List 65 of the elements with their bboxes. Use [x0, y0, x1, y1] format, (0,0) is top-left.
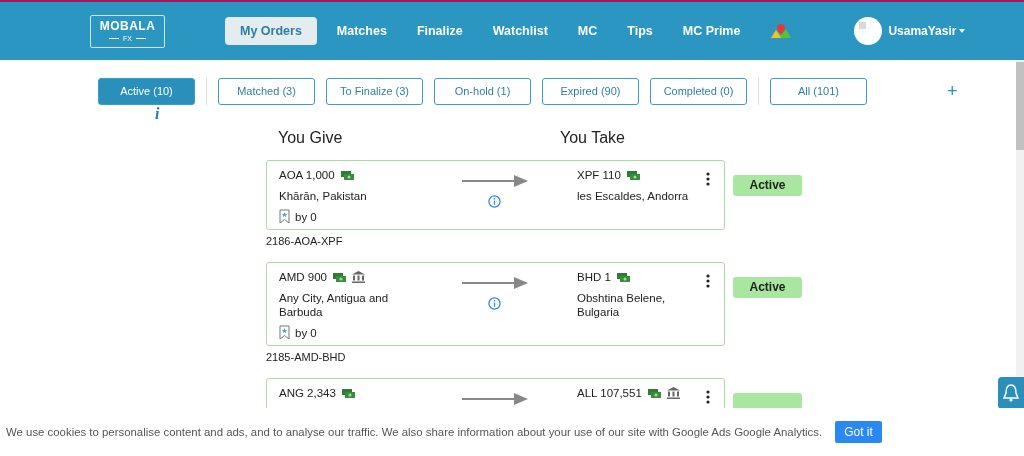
order-id: 2185-AMD-BHD [266, 351, 347, 363]
filter-tab[interactable]: Completed (0) [650, 77, 747, 105]
user-name[interactable]: UsamaYasir [888, 24, 957, 38]
bank-icon [351, 271, 365, 283]
filter-tab[interactable]: To Finalize (3) [326, 77, 423, 105]
scrollbar-thumb[interactable] [1016, 62, 1024, 150]
bookmark-star-icon [279, 325, 290, 340]
caret-icon[interactable] [959, 29, 966, 33]
filter-tab[interactable]: Active (10) [98, 77, 195, 105]
nav-link[interactable]: My Orders [225, 17, 317, 45]
amount: ANG 2,343 [279, 387, 336, 399]
bank-icon [666, 387, 680, 399]
arrow-icon [462, 174, 528, 188]
arrow-icon [462, 276, 528, 290]
cash-icon [341, 388, 355, 398]
accept-button[interactable]: Got it [835, 421, 882, 443]
filter-tab[interactable]: On-hold (1) [434, 77, 531, 105]
status-badge: Active [733, 175, 802, 196]
filter-tab[interactable]: Expired (90) [542, 77, 639, 105]
map-pin-icon[interactable] [770, 23, 793, 39]
logo-name: MOBALA [99, 19, 156, 33]
cookie-notice: We use cookies to personalise content and ads, and to analyse our traffic. We also share information about your use of our site with Google Ads Google Analytics. [6, 426, 823, 438]
info-mark[interactable]: i [155, 105, 160, 122]
column-header: You Give [278, 129, 344, 148]
endorsement-count: by 0 [295, 326, 317, 339]
amount: ALL 107,551 [577, 387, 642, 399]
add-button[interactable]: + [947, 80, 958, 102]
nav-link[interactable]: MC [563, 17, 612, 45]
info-icon[interactable] [487, 195, 501, 208]
notification-button[interactable] [998, 377, 1024, 409]
status-badge: Active [733, 277, 802, 298]
nav-link[interactable]: Watchlist [478, 17, 562, 45]
cash-icon [332, 272, 346, 282]
amount: AOA 1,000 [279, 169, 335, 181]
location: Khārān, Pakistan [279, 189, 368, 203]
cash-icon [616, 272, 630, 282]
cash-icon [647, 388, 661, 398]
cash-icon [626, 170, 640, 180]
bookmark-star-icon [279, 209, 290, 224]
location: les Escaldes, Andorra [577, 189, 690, 203]
nav-link[interactable]: Finalize [402, 17, 477, 45]
filter-tab[interactable]: Matched (3) [218, 77, 315, 105]
order-card[interactable]: AOA 1,000 Khārān, Pakistan by 0 XPF 110 les Escaldes, Andorra [266, 160, 725, 230]
order-id: 2186-AOA-XPF [266, 235, 344, 247]
bell-icon [1003, 383, 1019, 403]
more-options-icon[interactable] [706, 390, 710, 404]
arrow-icon [462, 392, 528, 406]
location: Obshtina Belene, Bulgaria [577, 291, 667, 319]
nav-link[interactable]: Tips [613, 17, 667, 45]
more-options-icon[interactable] [706, 274, 710, 288]
endorsement-count: by 0 [295, 210, 317, 223]
avatar[interactable] [854, 17, 883, 45]
amount: BHD 1 [577, 271, 611, 283]
nav-link[interactable]: MC Prime [668, 17, 755, 45]
more-options-icon[interactable] [706, 172, 710, 186]
info-icon[interactable] [487, 297, 501, 310]
filter-tab[interactable]: All (101) [770, 77, 867, 105]
nav-link[interactable]: Matches [322, 17, 401, 45]
status-badge [733, 393, 802, 409]
column-header: You Take [560, 129, 625, 148]
amount: XPF 110 [577, 169, 621, 181]
location: Any City, Antigua and Barbuda [279, 291, 390, 319]
cash-icon [340, 170, 354, 180]
order-card[interactable]: AMD 900 Any City, Antigua and Barbuda by 0 BHD 1 Obshtina Belene, Bulgaria [266, 262, 725, 346]
amount: AMD 900 [279, 271, 327, 283]
